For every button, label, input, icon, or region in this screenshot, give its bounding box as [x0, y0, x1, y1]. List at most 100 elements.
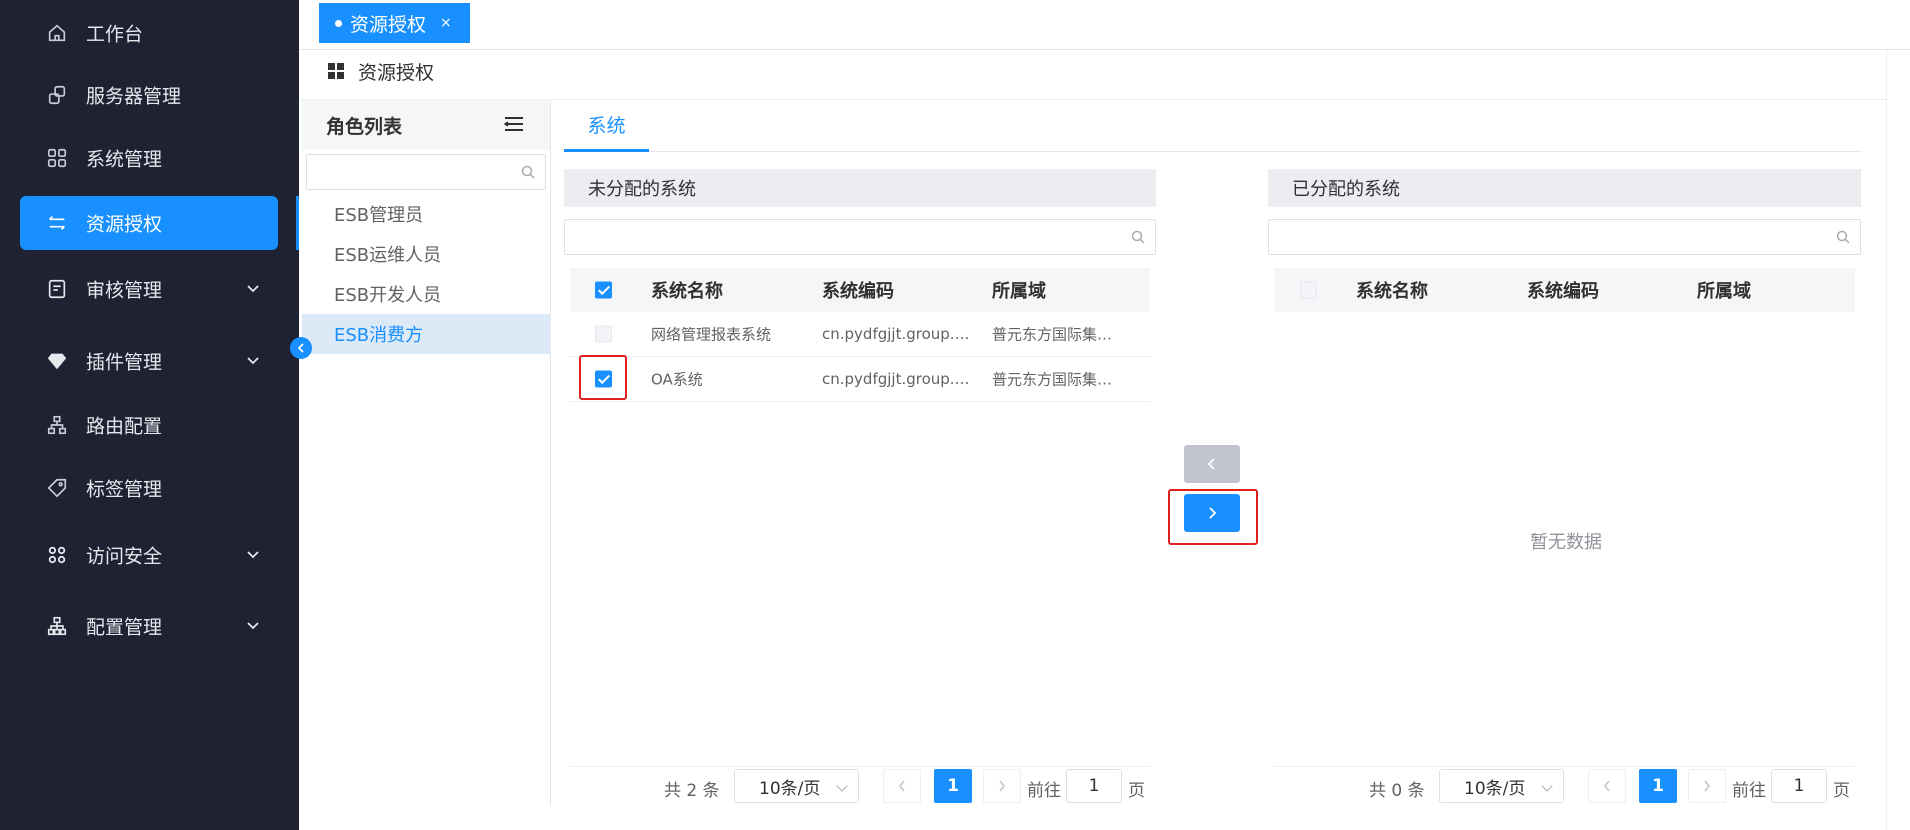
page-unit: 页	[1833, 781, 1850, 801]
search-icon	[1836, 230, 1850, 244]
select-all-checkbox[interactable]	[1300, 281, 1317, 299]
search-icon	[1131, 230, 1145, 244]
sidebar-item-label: 配置管理	[86, 616, 163, 639]
goto-page-input[interactable]: 1	[1771, 769, 1827, 803]
table-row[interactable]: 网络管理报表系统 cn.pydfgjjt.group.… 普元东方国际集…	[570, 312, 1150, 357]
sidebar-item-audit[interactable]: 审核管理	[20, 262, 278, 316]
page-size-value: 10条/页	[1464, 778, 1526, 799]
system-name: 网络管理报表系统	[651, 325, 772, 344]
chevron-down-icon	[247, 285, 259, 293]
role-item-active[interactable]: ESB消费方	[302, 314, 550, 354]
grid-icon	[47, 148, 67, 168]
page-size-select[interactable]: 10条/页	[734, 769, 859, 803]
role-panel: 角色列表 ESB管理员 ESB运维人员 ESB开发人员 ESB消费方	[302, 100, 551, 806]
sidebar-item-label: 服务器管理	[86, 85, 182, 108]
divider	[1886, 50, 1887, 830]
tab-resource-auth[interactable]: 资源授权 ×	[319, 3, 470, 43]
goto-label: 前往	[1732, 781, 1766, 801]
page-number[interactable]: 1	[934, 769, 972, 803]
assigned-table-header: 系统名称 系统编码 所属域	[1274, 268, 1855, 312]
column-header: 系统名称	[1356, 281, 1428, 302]
grid-icon	[328, 63, 344, 79]
pager-total: 共 0 条	[1369, 781, 1425, 801]
unassigned-title: 未分配的系统	[564, 169, 1156, 207]
menu-icon[interactable]	[504, 116, 524, 132]
system-name: OA系统	[651, 370, 703, 389]
role-list-title: 角色列表	[326, 115, 403, 138]
sidebar-item-label: 标签管理	[86, 478, 163, 501]
unassigned-search-input[interactable]	[564, 219, 1156, 255]
sidebar-item-system[interactable]: 系统管理	[20, 131, 278, 185]
chevron-down-icon	[836, 780, 848, 792]
sidebar-item-workbench[interactable]: 工作台	[20, 6, 278, 60]
tab-system[interactable]: 系统	[564, 100, 649, 152]
select-all-checkbox[interactable]	[595, 281, 612, 299]
next-page-button[interactable]	[1688, 769, 1726, 803]
tab-bar: 资源授权 ×	[299, 0, 1910, 50]
chevron-right-icon	[999, 780, 1005, 792]
sidebar-item-config[interactable]: 配置管理	[20, 599, 278, 653]
prev-page-button[interactable]	[883, 769, 921, 803]
sidebar-item-route[interactable]: 路由配置	[20, 398, 278, 452]
sidebar: 工作台 服务器管理 系统管理 资源授权 审核管理 插件管理 路由配置 标签管理 …	[0, 0, 299, 830]
column-header: 所属域	[992, 281, 1046, 302]
security-icon	[48, 546, 66, 564]
column-header: 系统编码	[1527, 281, 1599, 302]
home-icon	[48, 24, 66, 42]
highlight-box	[579, 355, 627, 400]
system-domain: 普元东方国际集…	[992, 370, 1113, 389]
column-header: 系统编码	[822, 281, 894, 302]
sidebar-item-label: 资源授权	[86, 213, 163, 236]
collapse-sidebar-button[interactable]	[290, 337, 312, 359]
prev-page-button[interactable]	[1588, 769, 1626, 803]
page-number[interactable]: 1	[1639, 769, 1677, 803]
audit-icon	[48, 279, 66, 299]
sidebar-item-tag[interactable]: 标签管理	[20, 461, 278, 515]
config-icon	[47, 616, 67, 636]
tab-dot	[335, 19, 342, 27]
tag-icon	[47, 478, 67, 498]
sidebar-item-label: 系统管理	[86, 148, 163, 171]
close-icon[interactable]: ×	[440, 15, 452, 31]
chevron-left-icon	[1207, 458, 1215, 470]
route-icon	[47, 415, 67, 435]
role-item[interactable]: ESB开发人员	[302, 274, 550, 314]
sidebar-item-resource-auth[interactable]: 资源授权	[20, 196, 278, 250]
system-code: cn.pydfgjjt.group.…	[822, 325, 970, 343]
table-row[interactable]: OA系统 cn.pydfgjjt.group.… 普元东方国际集…	[570, 357, 1150, 402]
assigned-search-input[interactable]	[1268, 219, 1861, 255]
assigned-title: 已分配的系统	[1268, 169, 1861, 207]
chevron-left-icon	[899, 780, 905, 792]
empty-text: 暂无数据	[1530, 532, 1602, 553]
goto-page-input[interactable]: 1	[1066, 769, 1122, 803]
chevron-down-icon	[1541, 780, 1553, 792]
page-title: 资源授权	[358, 61, 435, 84]
sidebar-item-security[interactable]: 访问安全	[20, 528, 278, 582]
role-item[interactable]: ESB运维人员	[302, 234, 550, 274]
column-header: 所属域	[1697, 281, 1751, 302]
tab-label: 资源授权	[350, 13, 427, 36]
role-item[interactable]: ESB管理员	[302, 194, 550, 234]
unassigned-table-header: 系统名称 系统编码 所属域	[570, 268, 1150, 312]
row-checkbox[interactable]	[595, 325, 612, 343]
chevron-down-icon	[247, 551, 259, 559]
chevron-down-icon	[247, 357, 259, 365]
chevron-down-icon	[247, 622, 259, 630]
sidebar-item-label: 插件管理	[86, 351, 163, 374]
swap-icon	[49, 215, 65, 231]
search-icon	[521, 165, 535, 179]
diamond-icon	[47, 353, 67, 370]
active-indicator	[296, 196, 299, 250]
sidebar-item-plugin[interactable]: 插件管理	[20, 334, 278, 388]
page-size-select[interactable]: 10条/页	[1439, 769, 1564, 803]
divider	[570, 766, 1150, 767]
move-left-button[interactable]	[1184, 445, 1240, 483]
next-page-button[interactable]	[983, 769, 1021, 803]
sidebar-item-label: 工作台	[86, 23, 144, 46]
sidebar-item-server[interactable]: 服务器管理	[20, 68, 278, 122]
chevron-left-icon	[1604, 780, 1610, 792]
column-header: 系统名称	[651, 281, 723, 302]
page-unit: 页	[1128, 781, 1145, 801]
role-search-input[interactable]	[306, 154, 546, 190]
system-domain: 普元东方国际集…	[992, 325, 1113, 344]
